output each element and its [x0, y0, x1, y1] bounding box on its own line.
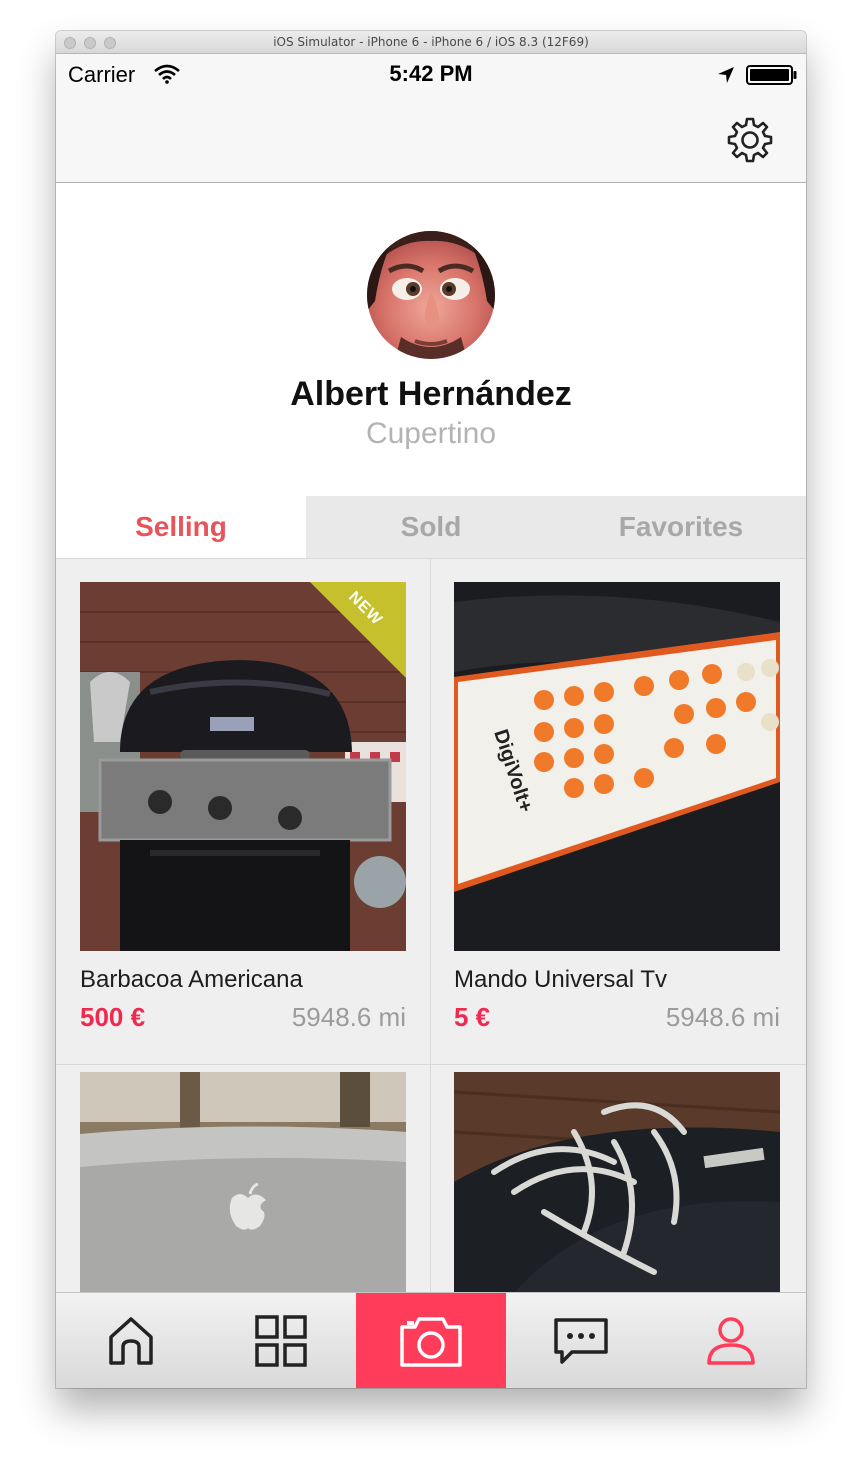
simulator-window: iOS Simulator - iPhone 6 - iPhone 6 / iO… [56, 31, 806, 1388]
product-price: 5 € [454, 1002, 491, 1032]
product-grid: NEW Barbacoa Americana 500 € 5948.6 mi D… [56, 558, 806, 1293]
product-title: Mando Universal Tv [454, 966, 667, 993]
device-screen: Carrier 5:42 PM Albert Hernández Cuperti… [56, 54, 806, 1388]
grid-divider [56, 1064, 806, 1065]
product-distance: 5948.6 mi [665, 1002, 780, 1032]
status-time: 5:42 PM [389, 61, 473, 86]
navigation-bar [56, 94, 806, 183]
grid-icon [255, 1315, 307, 1367]
tabbar-messages[interactable] [506, 1293, 656, 1388]
tabbar-profile[interactable] [656, 1293, 806, 1388]
battery-icon [746, 65, 797, 85]
product-photo [454, 1072, 780, 1293]
product-card[interactable] [80, 1072, 406, 1293]
profile-tabs: Selling Sold Favorites [56, 496, 806, 558]
camera-icon [400, 1317, 462, 1367]
bottom-tab-bar [56, 1292, 806, 1388]
product-photo: DigiVolt+ [454, 582, 780, 951]
tabbar-home[interactable] [56, 1293, 206, 1388]
product-title: Barbacoa Americana [80, 966, 303, 993]
product-photo: NEW [80, 582, 406, 951]
avatar[interactable] [367, 231, 495, 359]
chat-icon [554, 1318, 608, 1364]
product-distance: 5948.6 mi [291, 1002, 406, 1032]
tab-selling[interactable]: Selling [56, 496, 306, 558]
profile-location: Cupertino [365, 417, 497, 450]
product-card[interactable] [454, 1072, 780, 1293]
tabbar-categories[interactable] [206, 1293, 356, 1388]
status-bar: Carrier 5:42 PM [56, 54, 806, 94]
product-card[interactable]: DigiVolt+ Mando Universal Tv 5 € 5948.6 … [454, 582, 780, 1042]
product-price: 500 € [80, 1002, 146, 1032]
settings-gear-icon[interactable] [726, 116, 774, 164]
tabbar-sell-camera[interactable] [356, 1293, 506, 1388]
product-photo [80, 1072, 406, 1293]
profile-header: Albert Hernández Cupertino [56, 183, 806, 496]
product-card[interactable]: NEW Barbacoa Americana 500 € 5948.6 mi [80, 582, 406, 1042]
avatar-photo [367, 231, 495, 359]
window-title: iOS Simulator - iPhone 6 - iPhone 6 / iO… [273, 35, 589, 49]
window-titlebar: iOS Simulator - iPhone 6 - iPhone 6 / iO… [56, 31, 806, 54]
profile-name: Albert Hernández [290, 375, 572, 413]
grid-divider [430, 559, 431, 1293]
profile-icon [707, 1317, 755, 1365]
home-icon [109, 1317, 153, 1365]
tab-favorites[interactable]: Favorites [556, 496, 806, 558]
tab-sold[interactable]: Sold [306, 496, 556, 558]
location-arrow-icon [718, 67, 734, 83]
